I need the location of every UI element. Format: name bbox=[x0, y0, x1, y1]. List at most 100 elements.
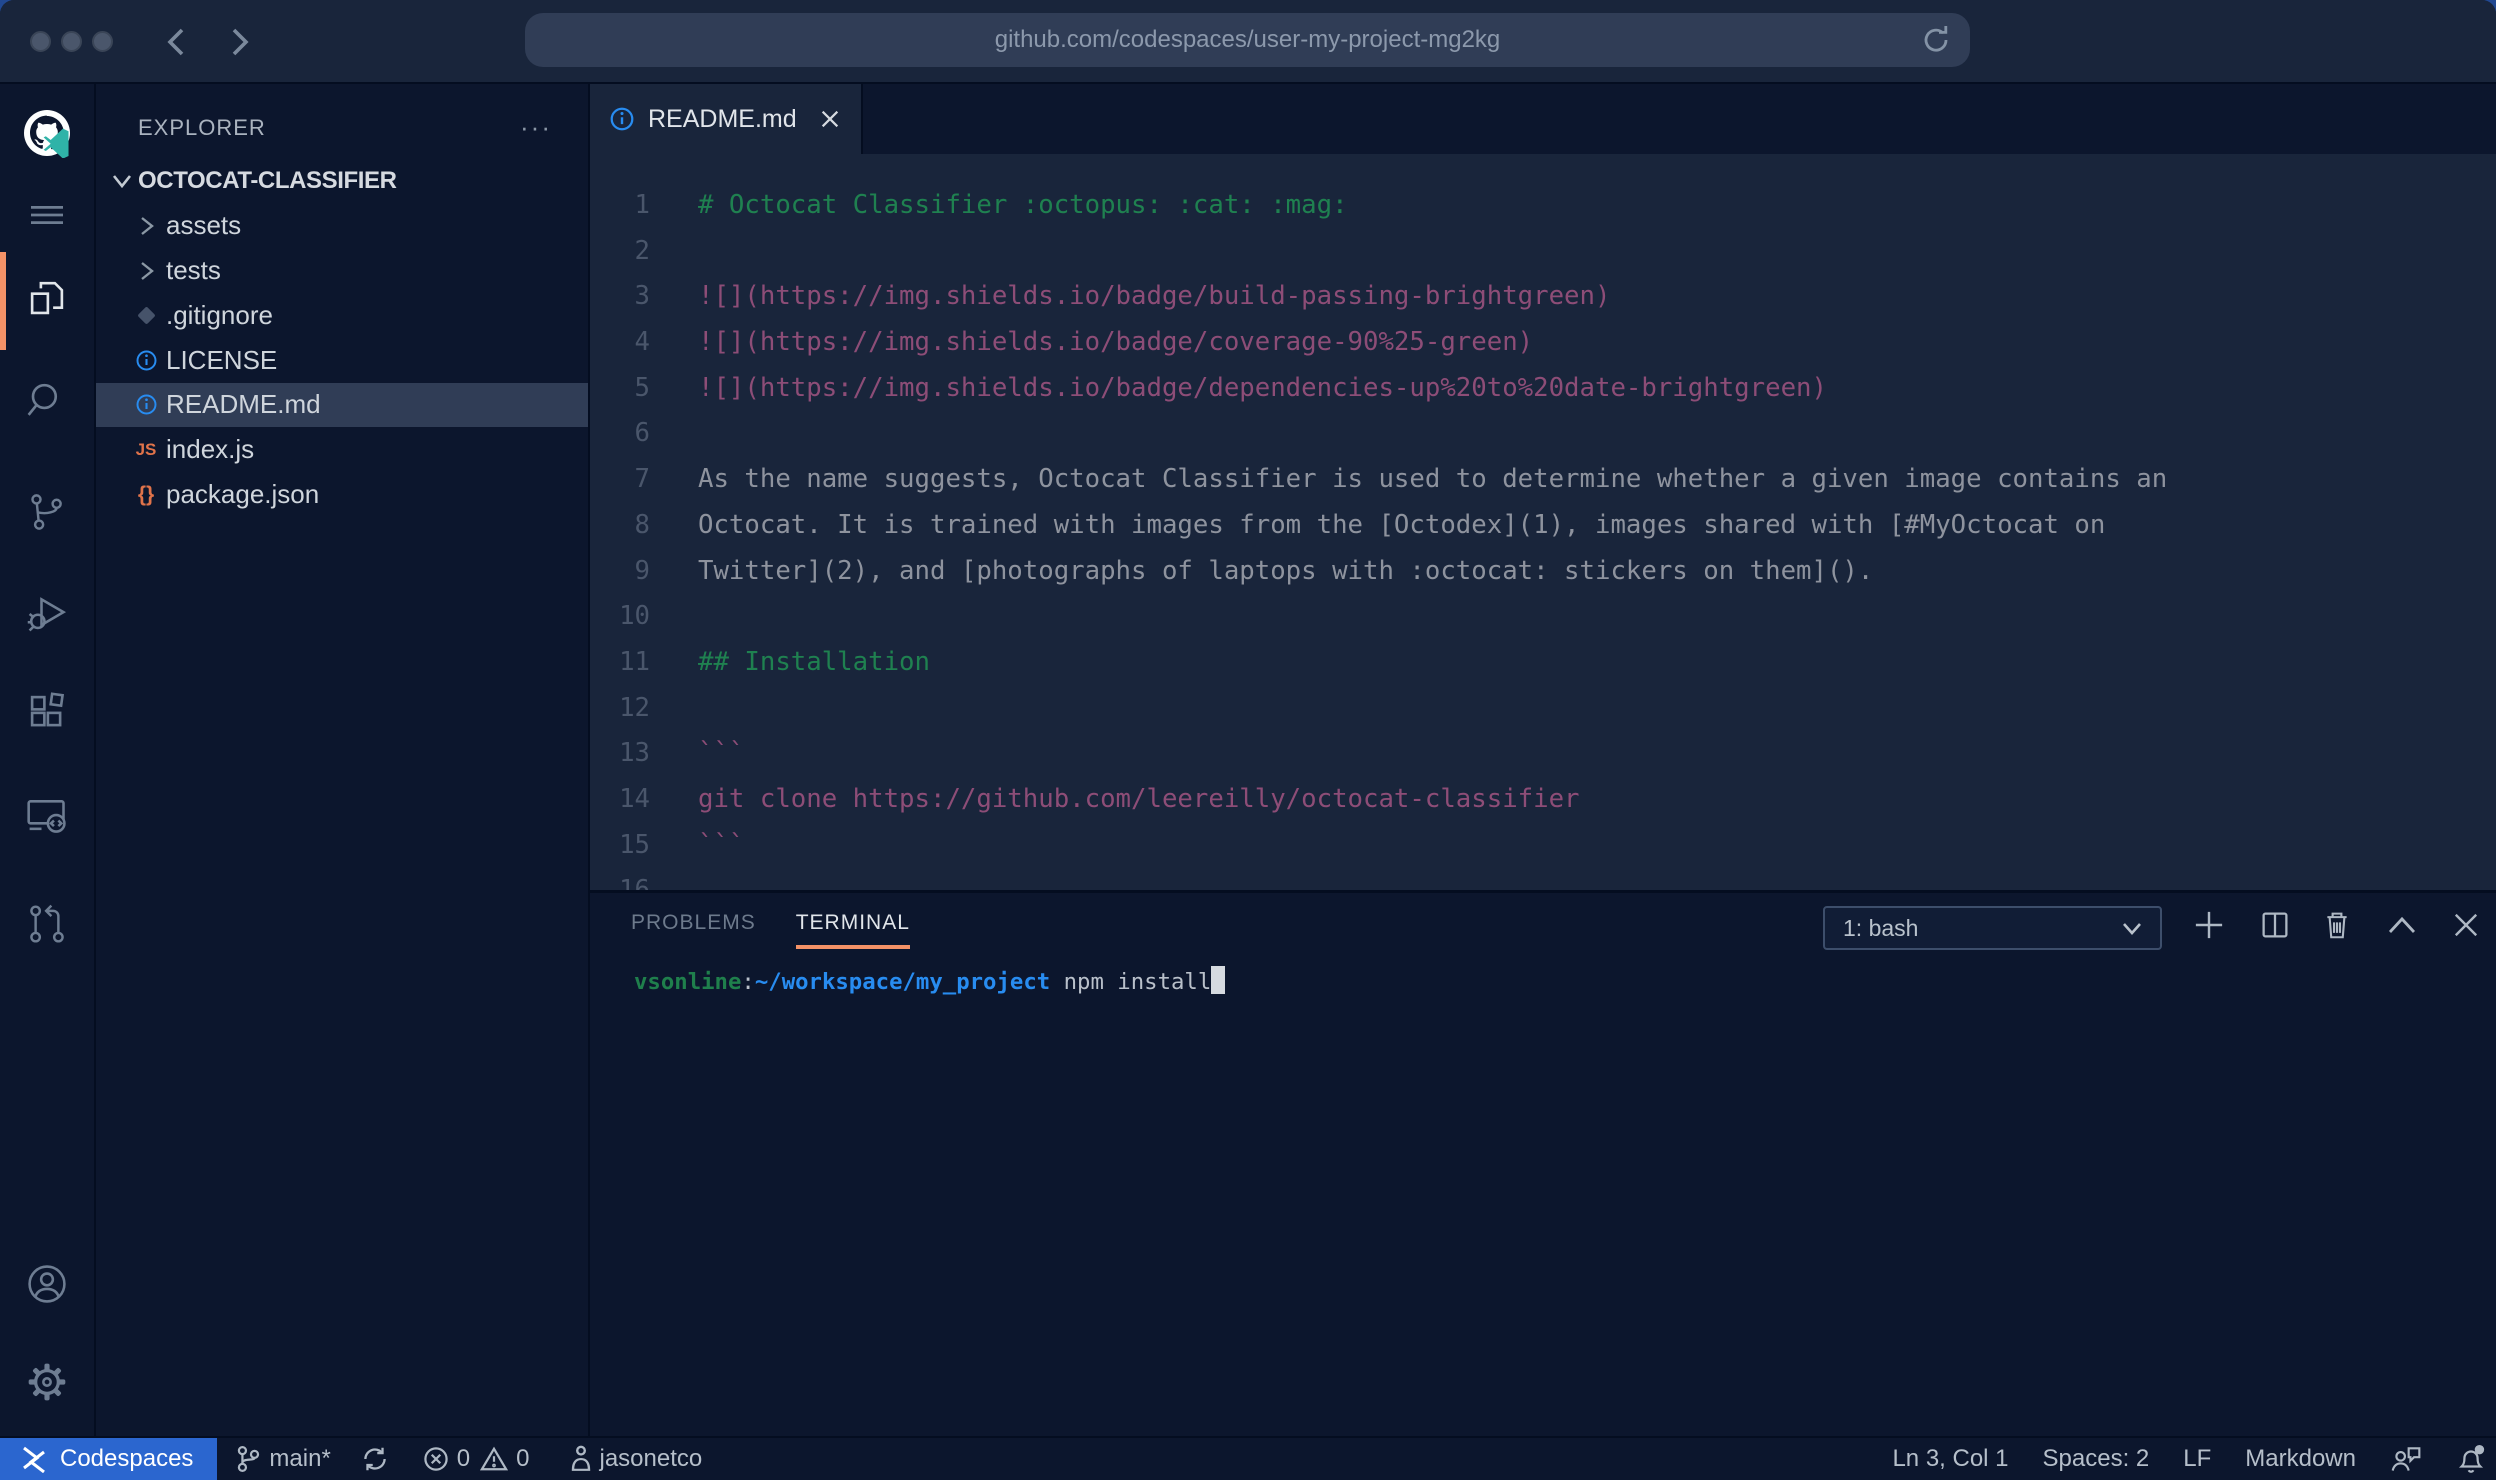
file-tree-item-index-js[interactable]: JSindex.js bbox=[96, 427, 588, 472]
line-number: 11 bbox=[590, 647, 650, 677]
chevron-down-icon bbox=[2122, 922, 2142, 936]
terminal-segment: : bbox=[741, 969, 754, 995]
git-diamond-icon bbox=[132, 301, 160, 329]
status-item-markdown[interactable]: Markdown bbox=[2245, 1445, 2356, 1473]
traffic-light-minimize[interactable] bbox=[61, 31, 82, 52]
terminal-prompt-line[interactable]: vsonline:~/workspace/my_project npm inst… bbox=[634, 966, 1225, 995]
file-tree-item-assets[interactable]: assets bbox=[96, 203, 588, 248]
line-number: 2 bbox=[590, 236, 650, 266]
feedback-icon[interactable] bbox=[2390, 1445, 2422, 1473]
line-text: ``` bbox=[698, 830, 744, 860]
tab-close-icon[interactable] bbox=[819, 108, 841, 130]
explorer-more-icon[interactable]: ··· bbox=[520, 112, 552, 143]
explorer-files-icon[interactable] bbox=[22, 273, 72, 323]
github-codespaces-logo-icon[interactable] bbox=[22, 108, 72, 158]
refresh-icon[interactable] bbox=[1920, 24, 1952, 56]
line-number: 3 bbox=[590, 281, 650, 311]
account-icon[interactable] bbox=[22, 1259, 72, 1309]
line-text: ``` bbox=[698, 738, 744, 768]
line-text: ![](https://img.shields.io/badge/depende… bbox=[698, 373, 1827, 403]
status-item-lf[interactable]: LF bbox=[2183, 1445, 2211, 1473]
line-text: As the name suggests, Octocat Classifier… bbox=[698, 464, 2167, 494]
terminal-segment: npm install bbox=[1050, 969, 1211, 995]
code-line-11: 11 ## Installation bbox=[590, 639, 2496, 685]
status-item-git-branch[interactable]: main* bbox=[235, 1445, 330, 1473]
settings-gear-icon[interactable] bbox=[22, 1357, 72, 1407]
line-number: 12 bbox=[590, 693, 650, 723]
status-bar: Codespaces main* 00 jasonetco Ln 3, Col 1 S… bbox=[0, 1436, 2496, 1480]
code-line-13: 13 ``` bbox=[590, 730, 2496, 776]
close-panel-x-icon[interactable] bbox=[2444, 903, 2488, 947]
extensions-icon[interactable] bbox=[22, 687, 72, 737]
file-tree-item-tests[interactable]: tests bbox=[96, 248, 588, 293]
code-line-7: 7As the name suggests, Octocat Classifie… bbox=[590, 456, 2496, 502]
line-number: 6 bbox=[590, 418, 650, 448]
line-text: # Octocat Classifier :octopus: :cat: :ma… bbox=[698, 190, 1348, 220]
status-item-ln-3-col-1[interactable]: Ln 3, Col 1 bbox=[1892, 1445, 2008, 1473]
terminal-segment: vsonline bbox=[634, 969, 741, 995]
file-tree-item-readme-md[interactable]: README.md bbox=[96, 383, 588, 428]
active-view-indicator bbox=[0, 252, 6, 350]
pull-request-icon[interactable] bbox=[22, 899, 72, 949]
traffic-light-maximize[interactable] bbox=[92, 31, 113, 52]
code-line-4: 4![](https://img.shields.io/badge/covera… bbox=[590, 319, 2496, 365]
code-line-3: 3 ![](https://img.shields.io/badge/build-… bbox=[590, 274, 2496, 320]
source-control-icon[interactable] bbox=[22, 487, 72, 537]
code-line-5: 5![](https://img.shields.io/badge/depend… bbox=[590, 365, 2496, 411]
code-line-15: 15``` bbox=[590, 822, 2496, 868]
file-name: tests bbox=[166, 255, 221, 286]
explorer-section-header[interactable]: OCTOCAT-CLASSIFIER bbox=[96, 159, 588, 204]
url-text[interactable]: github.com/codespaces/user-my-project-mg… bbox=[995, 26, 1501, 54]
line-number: 1 bbox=[590, 190, 650, 220]
codespaces-label: Codespaces bbox=[60, 1445, 193, 1473]
line-text: ![](https://img.shields.io/badge/build-p… bbox=[698, 281, 1610, 311]
code-line-2: 2 bbox=[590, 228, 2496, 274]
line-text: ![](https://img.shields.io/badge/coverag… bbox=[698, 327, 1533, 357]
traffic-light-close[interactable] bbox=[30, 31, 51, 52]
terminal-cursor bbox=[1211, 966, 1224, 994]
line-number: 14 bbox=[590, 784, 650, 814]
activity-bar bbox=[0, 84, 96, 1436]
info-circle-icon bbox=[132, 346, 160, 374]
search-icon[interactable] bbox=[22, 375, 72, 425]
status-item-warning-triangle[interactable]: 0 bbox=[480, 1445, 529, 1473]
status-item-sync[interactable] bbox=[361, 1445, 389, 1473]
run-debug-icon[interactable] bbox=[22, 589, 72, 639]
file-tree-item--gitignore[interactable]: .gitignore bbox=[96, 293, 588, 338]
file-tree-item-license[interactable]: LICENSE bbox=[96, 338, 588, 383]
maximize-panel-chevron-icon[interactable] bbox=[2380, 903, 2424, 947]
code-line-16: 16 bbox=[590, 868, 2496, 891]
forward-arrow-icon[interactable] bbox=[230, 26, 250, 58]
code-line-1: 1 # Octocat Classifier :octopus: :cat: :m… bbox=[590, 182, 2496, 228]
info-circle-icon bbox=[610, 107, 634, 131]
back-arrow-icon[interactable] bbox=[166, 26, 186, 58]
file-tree-item-package-json[interactable]: {}package.json bbox=[96, 472, 588, 517]
new-terminal-plus-icon[interactable] bbox=[2187, 903, 2231, 947]
bell-notification-icon[interactable] bbox=[2456, 1443, 2486, 1475]
url-bar[interactable]: github.com/codespaces/user-my-project-mg… bbox=[525, 13, 1970, 67]
line-number: 8 bbox=[590, 510, 650, 540]
remote-explorer-icon[interactable] bbox=[22, 791, 72, 841]
codespaces-status-item[interactable]: Codespaces bbox=[0, 1438, 217, 1480]
code-editor[interactable]: 1 # Octocat Classifier :octopus: :cat: :m… bbox=[590, 182, 2496, 890]
menu-hamburger-icon[interactable] bbox=[22, 190, 72, 240]
panel-tab-terminal[interactable]: TERMINAL bbox=[796, 911, 910, 949]
line-text: ## Installation bbox=[698, 647, 930, 677]
browser-window: github.com/codespaces/user-my-project-mg… bbox=[0, 0, 2496, 1480]
tab-readme[interactable]: README.md bbox=[590, 84, 863, 154]
kill-terminal-trash-icon[interactable] bbox=[2315, 903, 2359, 947]
panel-tab-problems[interactable]: PROBLEMS bbox=[631, 911, 756, 949]
code-line-9: 9Twitter](2), and [photographs of laptop… bbox=[590, 548, 2496, 594]
line-number: 13 bbox=[590, 738, 650, 768]
status-item-spaces-2[interactable]: Spaces: 2 bbox=[2043, 1445, 2150, 1473]
terminal-select[interactable]: 1: bash bbox=[1823, 906, 2162, 950]
split-terminal-icon[interactable] bbox=[2253, 903, 2297, 947]
remote-brackets-icon bbox=[20, 1445, 48, 1473]
status-item-error-circle[interactable]: 0 bbox=[423, 1445, 470, 1473]
terminal-segment: ~/workspace/my_project bbox=[755, 969, 1050, 995]
chevron-right-icon bbox=[132, 257, 160, 285]
status-item-person[interactable]: jasonetco bbox=[570, 1445, 703, 1473]
chevron-down-icon bbox=[108, 170, 136, 192]
browser-chrome: github.com/codespaces/user-my-project-mg… bbox=[0, 0, 2496, 84]
code-line-6: 6 bbox=[590, 411, 2496, 457]
